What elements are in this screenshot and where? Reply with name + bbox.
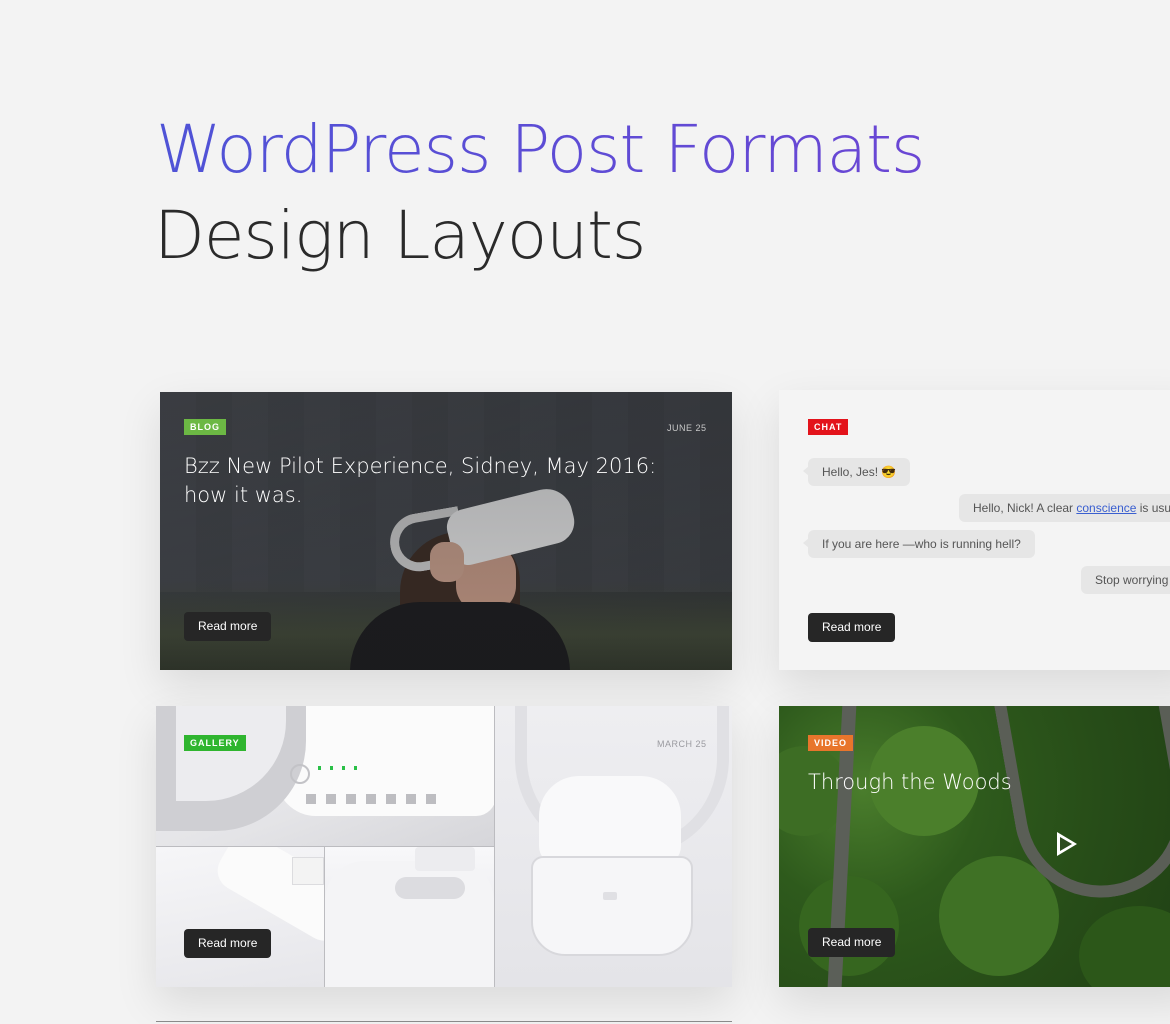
chat-read-more-button[interactable]: Read more bbox=[808, 613, 896, 642]
chat-card[interactable]: CHAT Hello, Jes! 😎 Hello, Nick! A clear … bbox=[779, 390, 1170, 670]
video-card[interactable]: VIDEO Through the Woods Read more bbox=[779, 706, 1170, 987]
visor-pad bbox=[539, 776, 681, 866]
blog-tag[interactable]: BLOG bbox=[184, 419, 226, 435]
chat-message-text: Stop worrying ab bbox=[1095, 573, 1170, 587]
sensor-icon bbox=[603, 892, 617, 900]
power-button-icon bbox=[290, 764, 310, 784]
chat-message-text: Hello, Jes! 😎 bbox=[822, 465, 897, 479]
gallery-image-3[interactable] bbox=[325, 847, 494, 987]
chat-message-link[interactable]: conscience bbox=[1076, 501, 1136, 515]
gallery-image-2[interactable] bbox=[156, 847, 324, 987]
hero-title-line1: WordPress Post Formats bbox=[156, 111, 925, 188]
gallery-tag[interactable]: GALLERY bbox=[184, 735, 246, 751]
chat-message-incoming: If you are here —who is running hell? bbox=[803, 530, 1035, 558]
next-card-edge bbox=[156, 1021, 732, 1022]
vent-slots bbox=[306, 794, 446, 804]
play-icon-fill bbox=[1060, 837, 1072, 851]
strap-buckle bbox=[292, 857, 324, 885]
blog-date: JUNE 25 bbox=[667, 423, 707, 433]
chat-message-text: is usually bbox=[1139, 501, 1170, 515]
video-title[interactable]: Through the Woods bbox=[808, 768, 1012, 796]
gallery-divider bbox=[494, 706, 495, 987]
strap-buckle bbox=[415, 847, 475, 871]
gallery-read-more-button[interactable]: Read more bbox=[184, 929, 272, 958]
video-tag[interactable]: VIDEO bbox=[808, 735, 854, 751]
top-dial bbox=[395, 877, 465, 899]
gallery-divider bbox=[324, 847, 325, 987]
gallery-card[interactable]: GALLERY MARCH 25 Read more bbox=[156, 706, 732, 987]
gallery-date: MARCH 25 bbox=[657, 739, 707, 749]
chat-message-outgoing: Stop worrying ab bbox=[1081, 566, 1170, 594]
blog-card[interactable]: BLOG JUNE 25 Bzz New Pilot Experience, S… bbox=[160, 392, 732, 670]
visor-front bbox=[531, 856, 693, 956]
blog-title-line1: Bzz New Pilot Experience, Sidney, May 20… bbox=[184, 454, 657, 478]
chat-message-incoming: Hello, Jes! 😎 bbox=[802, 458, 911, 486]
chat-message-text: If you are here —who is running hell? bbox=[822, 537, 1021, 551]
chat-message-text: Hello, Nick! A clear bbox=[973, 501, 1077, 515]
chat-message-outgoing: Hello, Nick! A clear conscience is usual… bbox=[959, 494, 1170, 522]
hero-title-line2: Design Layouts bbox=[154, 197, 646, 274]
blog-read-more-button[interactable]: Read more bbox=[184, 612, 272, 641]
blog-title[interactable]: Bzz New Pilot Experience, Sidney, May 20… bbox=[184, 452, 656, 510]
tree-canopy bbox=[799, 876, 899, 976]
battery-leds-icon bbox=[318, 766, 358, 770]
video-read-more-button[interactable]: Read more bbox=[808, 928, 896, 957]
blog-title-line2: how it was. bbox=[184, 483, 303, 507]
chat-tag[interactable]: CHAT bbox=[808, 419, 849, 435]
gallery-image-1[interactable] bbox=[156, 706, 494, 846]
gallery-divider bbox=[156, 846, 494, 847]
